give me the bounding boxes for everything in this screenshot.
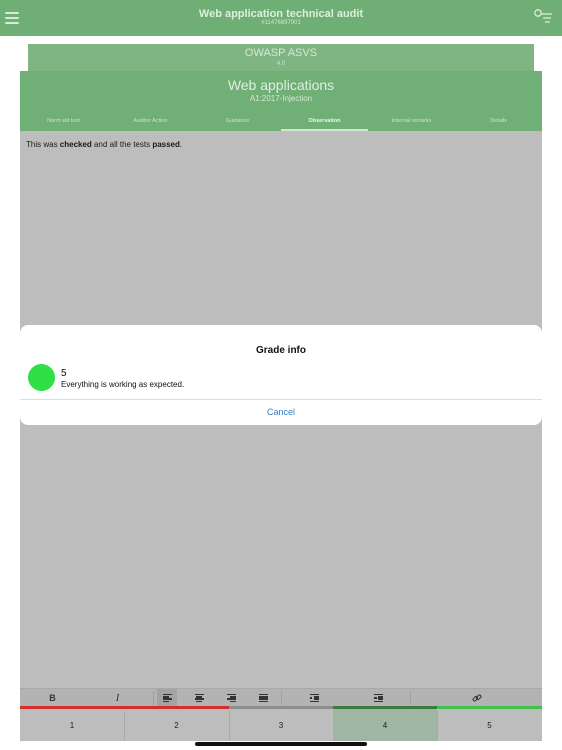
link-icon bbox=[472, 694, 482, 702]
grade-option-2[interactable]: 2 bbox=[124, 706, 229, 741]
tab-guidance[interactable]: Guidance bbox=[194, 114, 281, 131]
observation-text: . bbox=[179, 140, 183, 149]
grade-value: 5 bbox=[61, 368, 67, 379]
outdent-button[interactable] bbox=[302, 689, 326, 707]
tab-details[interactable]: Details bbox=[455, 114, 542, 131]
grade-description: Everything is working as expected. bbox=[61, 380, 185, 389]
observation-text: This was bbox=[26, 140, 60, 149]
grade-option-1[interactable]: 1 bbox=[20, 706, 124, 741]
grade-option-3[interactable]: 3 bbox=[229, 706, 333, 741]
grade-color-indicator bbox=[28, 364, 55, 391]
parent-section-card[interactable]: OWASP ASVS 4.0 bbox=[28, 44, 534, 74]
align-left-button[interactable] bbox=[157, 689, 177, 707]
align-right-button[interactable] bbox=[219, 689, 243, 707]
align-center-icon bbox=[194, 694, 204, 702]
requirement-header: Web applications A1:2017-Injection Norm … bbox=[20, 71, 542, 131]
requirement-title: Web applications bbox=[227, 77, 335, 93]
italic-button[interactable]: I bbox=[85, 689, 150, 707]
observation-text: and all the tests bbox=[91, 140, 153, 149]
tab-auditor-action[interactable]: Auditor Action bbox=[107, 114, 194, 131]
parent-section-title: OWASP ASVS bbox=[244, 47, 318, 59]
home-indicator[interactable] bbox=[195, 742, 367, 746]
grade-info-dialog: Grade info 5 Everything is working as ex… bbox=[20, 325, 542, 425]
app-title: Web application technical audit bbox=[198, 8, 364, 20]
requirement-subtitle: A1:2017-Injection bbox=[249, 94, 313, 103]
grade-option-4[interactable]: 4 bbox=[333, 706, 437, 741]
grade-selector: 1 2 3 4 5 bbox=[20, 706, 542, 741]
align-left-icon bbox=[162, 694, 172, 702]
outdent-icon bbox=[309, 694, 319, 702]
observation-editor[interactable]: This was checked and all the tests passe… bbox=[26, 140, 182, 149]
dialog-title: Grade info bbox=[255, 345, 306, 356]
align-right-icon bbox=[226, 694, 236, 702]
filter-icon[interactable] bbox=[533, 9, 553, 25]
dialog-divider bbox=[20, 399, 542, 400]
app-subtitle: #11476897001 bbox=[261, 20, 301, 26]
cancel-button[interactable]: Cancel bbox=[20, 407, 542, 417]
indent-button[interactable] bbox=[366, 689, 390, 707]
bold-button[interactable]: B bbox=[20, 689, 85, 707]
tab-internal-remarks[interactable]: Internal remarks bbox=[368, 114, 455, 131]
insert-link-button[interactable] bbox=[465, 689, 489, 707]
requirement-tabs: Norm std text Auditor Action Guidance Ob… bbox=[20, 114, 542, 131]
observation-bold-text: checked bbox=[59, 140, 92, 149]
tab-observation[interactable]: Observation bbox=[281, 114, 368, 131]
grade-option-5[interactable]: 5 bbox=[437, 706, 542, 741]
top-bar: Web application technical audit #1147689… bbox=[0, 0, 562, 36]
tab-norm-std-text[interactable]: Norm std text bbox=[20, 114, 107, 131]
parent-section-version: 4.0 bbox=[276, 61, 286, 67]
formatting-toolbar: B I bbox=[20, 688, 542, 707]
indent-icon bbox=[373, 694, 383, 702]
observation-bold-text: passed bbox=[152, 140, 180, 149]
align-justify-icon bbox=[258, 694, 268, 702]
align-justify-button[interactable] bbox=[251, 689, 275, 707]
align-center-button[interactable] bbox=[187, 689, 211, 707]
